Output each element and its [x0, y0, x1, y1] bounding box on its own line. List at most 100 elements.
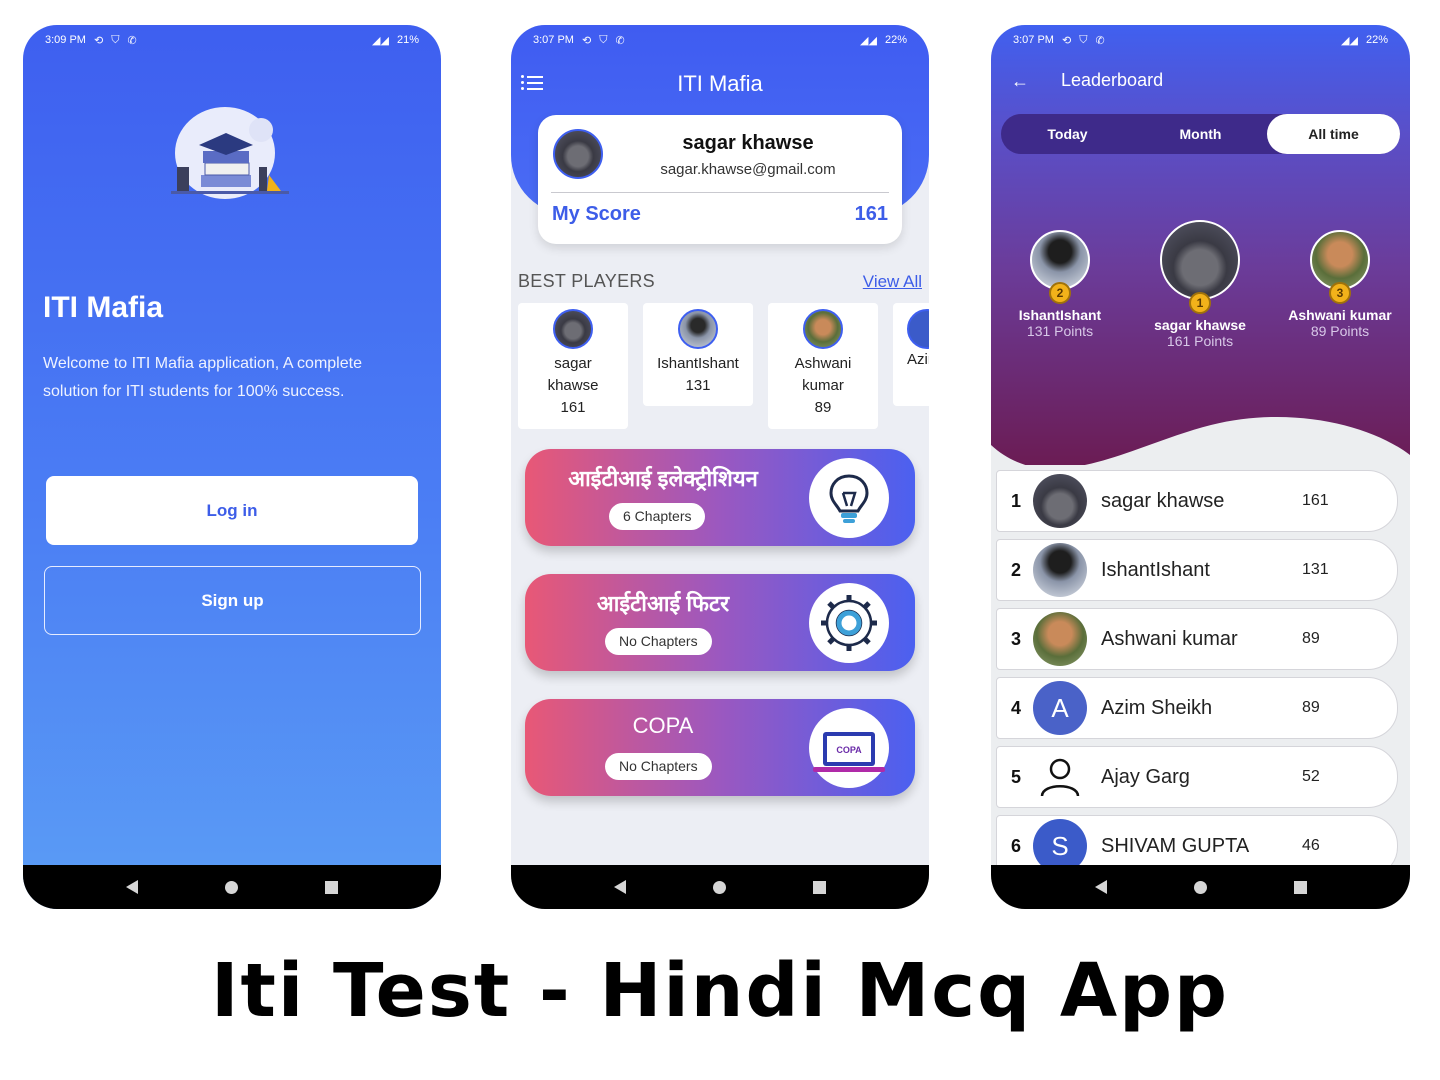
- score-value: 161: [854, 203, 888, 225]
- nav-recent-icon[interactable]: [1293, 880, 1307, 894]
- avatar: [1033, 612, 1087, 666]
- player-card[interactable]: sagar khawse 161: [518, 303, 628, 429]
- period-tabs: Today Month All time: [1001, 114, 1400, 154]
- sync-icon: ⟲: [1061, 34, 1072, 47]
- avatar: [553, 129, 603, 179]
- tab-month[interactable]: Month: [1134, 114, 1267, 154]
- avatar: [553, 309, 593, 349]
- study-illustration: [171, 107, 289, 199]
- player-card[interactable]: Ashwani kumar 89: [768, 303, 878, 429]
- avatar: [1030, 230, 1090, 290]
- nav-recent-icon[interactable]: [812, 880, 826, 894]
- podium-name: IshantIshant: [1018, 307, 1102, 323]
- phone-call-icon: ✆: [615, 34, 625, 47]
- signal-icon: ◢◢: [860, 34, 877, 47]
- profile-card[interactable]: sagar khawse sagar.khawse@gmail.com My S…: [538, 115, 902, 244]
- best-players-list: sagar khawse 161 IshantIshant 131 Ashwan…: [518, 303, 929, 429]
- best-players-heading: BEST PLAYERS: [518, 271, 655, 291]
- avatar: [678, 309, 718, 349]
- tab-today[interactable]: Today: [1001, 114, 1134, 154]
- laptop-label: COPA: [836, 745, 862, 755]
- nav-home-icon[interactable]: [1193, 880, 1207, 894]
- chapters-badge: 6 Chapters: [609, 503, 706, 530]
- view-all-link[interactable]: View All: [863, 272, 922, 292]
- table-row[interactable]: 3 Ashwani kumar 89: [996, 608, 1398, 670]
- shield-icon: ⛉: [599, 33, 608, 46]
- player-score: 131: [685, 377, 711, 394]
- row-points: 131: [1302, 561, 1329, 578]
- row-points: 161: [1302, 492, 1329, 509]
- avatar: [1033, 474, 1087, 528]
- table-row[interactable]: 4 A Azim Sheikh 89: [996, 677, 1398, 739]
- row-points: 89: [1302, 699, 1320, 716]
- avatar: [803, 309, 843, 349]
- course-title: आईटीआई इलेक्ट्रीशियन: [568, 466, 758, 491]
- divider: [551, 192, 889, 193]
- player-card[interactable]: Azir: [893, 303, 929, 406]
- nav-home-icon[interactable]: [712, 880, 726, 894]
- chapters-badge: No Chapters: [605, 628, 712, 655]
- player-score: 89: [814, 399, 832, 416]
- chapters-badge: No Chapters: [605, 753, 712, 780]
- row-rank: 1: [1011, 490, 1022, 511]
- podium-name: Ashwani kumar: [1288, 307, 1392, 323]
- row-name: Ashwani kumar: [1101, 627, 1238, 650]
- podium-name: sagar khawse: [1154, 317, 1246, 333]
- system-nav-bar: [23, 865, 441, 909]
- phone-leaderboard-screen: 3:07 PM ⟲ ⛉ ✆ ◢◢ 22% ← Leaderboard Today…: [991, 25, 1410, 909]
- sync-icon: ⟲: [581, 34, 592, 47]
- podium-second[interactable]: 2 IshantIshant 131 Points: [1005, 230, 1115, 339]
- status-bar: 3:07 PM ⟲ ⛉ ✆ ◢◢ 22%: [991, 25, 1410, 55]
- signup-button[interactable]: Sign up: [44, 566, 421, 635]
- status-bar: 3:09 PM ⟲ ⛉ ✆ ◢◢ 21%: [23, 25, 441, 55]
- person-icon: [1033, 750, 1087, 804]
- status-time: 3:07 PM: [533, 34, 574, 46]
- profile-name: sagar khawse: [682, 132, 814, 154]
- podium-points: 131 Points: [1026, 323, 1094, 339]
- gear-icon: [809, 583, 889, 663]
- login-button[interactable]: Log in: [46, 476, 418, 545]
- status-battery: 22%: [1365, 34, 1388, 46]
- row-rank: 3: [1011, 628, 1022, 649]
- row-rank: 6: [1011, 835, 1022, 856]
- player-name: IshantIshant: [657, 355, 739, 372]
- table-row[interactable]: 2 IshantIshant 131: [996, 539, 1398, 601]
- back-arrow-icon[interactable]: ←: [1011, 71, 1029, 92]
- nav-back-icon[interactable]: [1094, 880, 1107, 894]
- medal-icon: 2: [1049, 282, 1071, 304]
- table-row[interactable]: 6 S SHIVAM GUPTA 46: [996, 815, 1398, 865]
- shield-icon: ⛉: [1079, 33, 1088, 46]
- row-rank: 4: [1011, 697, 1022, 718]
- table-row[interactable]: 5 Ajay Garg 52: [996, 746, 1398, 808]
- shield-icon: ⛉: [111, 33, 120, 46]
- profile-email: sagar.khawse@gmail.com: [660, 161, 836, 178]
- medal-icon: 3: [1329, 282, 1351, 304]
- nav-back-icon[interactable]: [126, 880, 139, 894]
- course-card-fitter[interactable]: आईटीआई फिटर No Chapters: [525, 574, 915, 671]
- nav-home-icon[interactable]: [224, 880, 238, 894]
- nav-recent-icon[interactable]: [324, 880, 338, 894]
- promo-title: Iti Test - Hindi Mcq App: [210, 948, 1230, 1034]
- page-title: Leaderboard: [1061, 70, 1164, 90]
- status-time: 3:09 PM: [45, 34, 86, 46]
- row-points: 46: [1302, 837, 1320, 854]
- nav-back-icon[interactable]: [614, 880, 627, 894]
- podium-third[interactable]: 3 Ashwani kumar 89 Points: [1285, 230, 1395, 339]
- row-name: Ajay Garg: [1101, 765, 1190, 788]
- podium-points: 161 Points: [1166, 333, 1234, 349]
- podium-first[interactable]: 1 sagar khawse 161 Points: [1145, 220, 1255, 349]
- sync-icon: ⟲: [93, 34, 104, 47]
- status-time: 3:07 PM: [1013, 34, 1054, 46]
- course-card-electrician[interactable]: आईटीआई इलेक्ट्रीशियन 6 Chapters: [525, 449, 915, 546]
- course-card-copa[interactable]: COPA No Chapters COPA: [525, 699, 915, 796]
- player-score: 161: [560, 399, 586, 416]
- phone-home-screen: 3:07 PM ⟲ ⛉ ✆ ◢◢ 22% ITI Mafia sagar kha…: [511, 25, 929, 909]
- player-card[interactable]: IshantIshant 131: [643, 303, 753, 406]
- table-row[interactable]: 1 sagar khawse 161: [996, 470, 1398, 532]
- tab-all-time[interactable]: All time: [1267, 114, 1400, 154]
- row-name: Azim Sheikh: [1101, 696, 1213, 719]
- course-title: आईटीआई फिटर: [596, 591, 730, 616]
- phone-welcome-screen: 3:09 PM ⟲ ⛉ ✆ ◢◢ 21% ITI Mafia Welcome t…: [23, 25, 441, 909]
- row-points: 89: [1302, 630, 1320, 647]
- player-name: Ashwani kumar: [794, 355, 852, 394]
